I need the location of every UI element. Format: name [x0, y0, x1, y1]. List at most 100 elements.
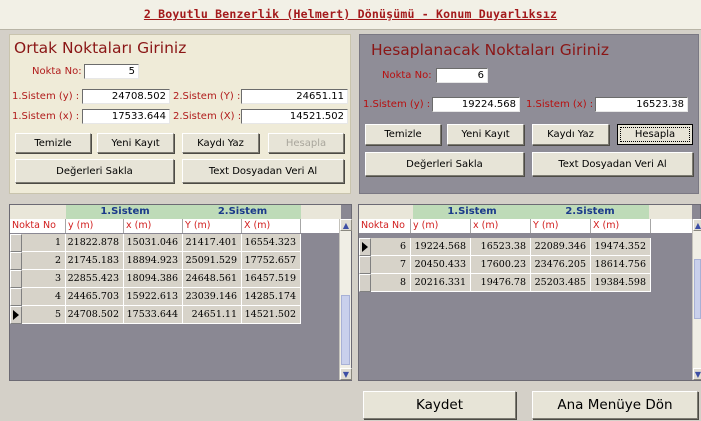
right-col-y[interactable]: y (m) [411, 219, 471, 233]
table-cell[interactable]: 19474.352 [591, 238, 651, 256]
table-cell[interactable]: 14521.502 [242, 306, 301, 324]
row-selector[interactable] [10, 270, 22, 288]
table-cell[interactable]: 21417.401 [183, 234, 242, 252]
left-col-y[interactable]: y (m) [66, 219, 124, 233]
right-temizle-button[interactable]: Temizle [365, 124, 441, 145]
left-hesapla-button[interactable]: Hesapla [268, 133, 344, 153]
row-selector[interactable] [10, 234, 22, 252]
table-cell[interactable]: 22089.346 [531, 238, 591, 256]
scroll-up-icon[interactable]: ▲ [693, 219, 701, 231]
right-nokta-no-input[interactable]: 6 [436, 68, 488, 83]
right-col-x[interactable]: x (m) [471, 219, 531, 233]
right-sistem1-x-input[interactable]: 16523.38 [595, 97, 688, 112]
left-col-Y[interactable]: Y (m) [183, 219, 242, 233]
table-cell[interactable]: 16457.519 [242, 270, 301, 288]
left-grid-scrollbar[interactable]: ▲ ▼ [339, 219, 352, 380]
left-text-dosyadan-button[interactable]: Text Dosyadan Veri Al [182, 159, 344, 183]
table-cell[interactable]: 21822.878 [66, 234, 124, 252]
right-grid-scrollbar[interactable]: ▲ ▼ [692, 219, 701, 380]
left-col-X[interactable]: X (m) [242, 219, 301, 233]
row-selector[interactable] [359, 274, 371, 292]
table-cell[interactable]: 3 [22, 270, 66, 288]
current-row-arrow-icon [362, 242, 368, 252]
sistem2-x-label: 2.Sistem (X) : [173, 111, 242, 122]
scroll-thumb[interactable] [694, 259, 701, 319]
table-cell[interactable]: 19384.598 [591, 274, 651, 292]
table-cell[interactable]: 8 [371, 274, 411, 292]
common-points-heading: Ortak Noktaları Giriniz [14, 39, 187, 57]
kaydet-button[interactable]: Kaydet [363, 391, 516, 419]
table-cell[interactable]: 20450.433 [411, 256, 471, 274]
table-cell[interactable]: 5 [22, 306, 66, 324]
current-row-indicator[interactable] [359, 238, 371, 256]
right-sistem1-y-input[interactable]: 19224.568 [432, 97, 520, 112]
table-cell[interactable]: 24465.703 [66, 288, 124, 306]
scroll-thumb[interactable] [341, 295, 350, 365]
right-col-X[interactable]: X (m) [591, 219, 651, 233]
table-cell[interactable]: 17533.644 [124, 306, 183, 324]
right-kaydi-yaz-button[interactable]: Kaydı Yaz [532, 124, 609, 145]
left-sistem2-header: 2.Sistem [184, 205, 301, 219]
table-cell[interactable]: 15922.613 [124, 288, 183, 306]
table-cell[interactable]: 20216.331 [411, 274, 471, 292]
table-cell[interactable]: 19476.78 [471, 274, 531, 292]
table-cell[interactable]: 18894.923 [124, 252, 183, 270]
right-sistem1-y-label: 1.Sistem (y) : [363, 99, 431, 110]
left-yeni-kayit-button[interactable]: Yeni Kayıt [97, 133, 174, 153]
right-degerleri-sakla-button[interactable]: Değerleri Sakla [365, 152, 524, 176]
scroll-down-icon[interactable]: ▼ [693, 368, 701, 380]
left-kaydi-yaz-button[interactable]: Kaydı Yaz [182, 133, 259, 153]
table-cell[interactable]: 4 [22, 288, 66, 306]
left-col-x[interactable]: x (m) [124, 219, 183, 233]
table-cell[interactable]: 6 [371, 238, 411, 256]
table-cell[interactable]: 17600.23 [471, 256, 531, 274]
scroll-up-icon[interactable]: ▲ [340, 219, 352, 231]
right-col-Y[interactable]: Y (m) [531, 219, 591, 233]
nokta-no-label: Nokta No: [32, 66, 82, 77]
right-sistem1-x-label: 1.Sistem (x) : [526, 99, 594, 110]
row-selector[interactable] [10, 252, 22, 270]
left-col-nokta[interactable]: Nokta No [10, 219, 66, 233]
common-points-grid[interactable]: 1.Sistem 2.Sistem Nokta No y (m) x (m) Y… [9, 204, 352, 381]
sistem2-y-input[interactable]: 24651.11 [241, 89, 348, 104]
nokta-no-input[interactable]: 5 [84, 64, 139, 79]
table-cell[interactable]: 7 [371, 256, 411, 274]
sistem1-y-input[interactable]: 24708.502 [82, 89, 170, 104]
scroll-down-icon[interactable]: ▼ [340, 368, 352, 380]
sistem1-x-input[interactable]: 17533.644 [82, 109, 170, 124]
table-cell[interactable]: 24708.502 [66, 306, 124, 324]
calc-points-grid[interactable]: 1.Sistem 2.Sistem Nokta No y (m) x (m) Y… [358, 204, 701, 381]
table-cell[interactable]: 16523.38 [471, 238, 531, 256]
right-yeni-kayit-button[interactable]: Yeni Kayıt [447, 124, 524, 145]
table-cell[interactable]: 25203.485 [531, 274, 591, 292]
right-hesapla-button[interactable]: Hesapla [617, 124, 693, 145]
table-cell[interactable]: 24651.11 [183, 306, 242, 324]
sistem1-y-label: 1.Sistem (y) : [12, 91, 80, 102]
calc-points-panel: Hesaplanacak Noktaları Giriniz Nokta No:… [359, 34, 699, 194]
table-cell[interactable]: 18614.756 [591, 256, 651, 274]
table-cell[interactable]: 17752.657 [242, 252, 301, 270]
table-cell[interactable]: 23039.146 [183, 288, 242, 306]
table-cell[interactable]: 22855.423 [66, 270, 124, 288]
left-degerleri-sakla-button[interactable]: Değerleri Sakla [15, 159, 174, 183]
table-cell[interactable]: 16554.323 [242, 234, 301, 252]
table-cell[interactable]: 24648.561 [183, 270, 242, 288]
right-col-nokta[interactable]: Nokta No [359, 219, 411, 233]
row-selector[interactable] [359, 256, 371, 274]
table-cell[interactable]: 19224.568 [411, 238, 471, 256]
table-cell[interactable]: 21745.183 [66, 252, 124, 270]
table-cell[interactable]: 1 [22, 234, 66, 252]
sistem2-x-input[interactable]: 14521.502 [241, 109, 348, 124]
ana-menu-button[interactable]: Ana Menüye Dön [532, 391, 698, 419]
table-cell[interactable]: 25091.529 [183, 252, 242, 270]
table-cell[interactable]: 2 [22, 252, 66, 270]
right-text-dosyadan-button[interactable]: Text Dosyadan Veri Al [532, 152, 693, 176]
row-selector[interactable] [10, 288, 22, 306]
current-row-indicator[interactable] [10, 306, 22, 324]
table-cell[interactable]: 15031.046 [124, 234, 183, 252]
table-cell[interactable]: 18094.386 [124, 270, 183, 288]
right-sistem2-header: 2.Sistem [531, 205, 649, 219]
left-temizle-button[interactable]: Temizle [15, 133, 91, 153]
table-cell[interactable]: 14285.174 [242, 288, 301, 306]
table-cell[interactable]: 23476.205 [531, 256, 591, 274]
